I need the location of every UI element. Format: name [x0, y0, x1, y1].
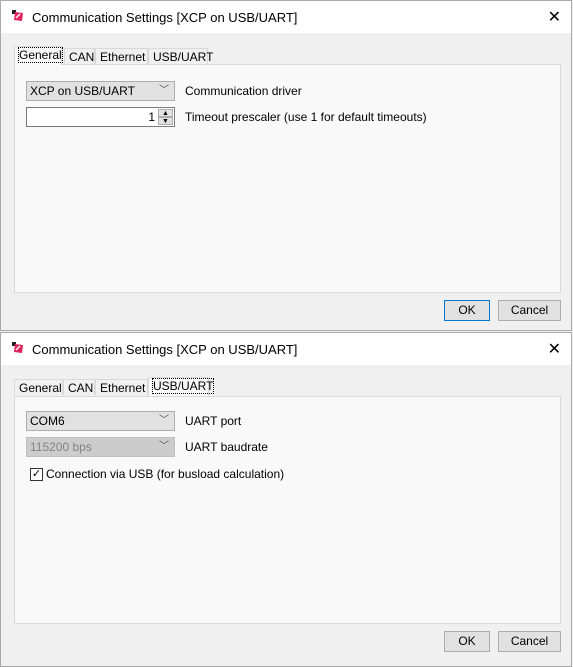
tab-label: Ethernet — [100, 50, 146, 64]
tab-label: CAN — [69, 50, 95, 64]
ok-button[interactable]: OK — [444, 631, 490, 652]
tab-panel-general: XCP on USB/UART ﹀ Communication driver 1 … — [14, 64, 561, 293]
app-logo-icon — [12, 342, 23, 353]
tab-usb-uart[interactable]: USB/UART — [148, 377, 215, 396]
tab-usb-uart[interactable]: USB/UART — [148, 48, 213, 64]
dialog-title: Communication Settings [XCP on USB/UART] — [32, 342, 298, 357]
tab-can[interactable]: CAN — [63, 379, 95, 395]
dropdown-value: 115200 bps — [30, 440, 92, 454]
connection-via-usb-label[interactable]: Connection via USB (for busload calculat… — [46, 467, 284, 481]
dropdown-value: COM6 — [30, 414, 65, 428]
chevron-down-icon: ﹀ — [159, 415, 169, 426]
app-logo-icon — [12, 10, 23, 21]
chevron-down-icon: ﹀ — [159, 85, 169, 96]
uart-port-label: UART port — [185, 414, 242, 428]
dialog-usb-uart: Communication Settings [XCP on USB/UART]… — [0, 332, 572, 667]
tab-label: USB/UART — [153, 50, 214, 64]
uart-port-dropdown[interactable]: COM6 ﹀ — [26, 411, 175, 431]
communication-driver-label: Communication driver — [185, 84, 302, 98]
connection-via-usb-checkbox[interactable]: ✓ — [30, 468, 43, 481]
dialog-title: Communication Settings [XCP on USB/UART] — [32, 10, 298, 25]
tab-label: USB/UART — [151, 378, 215, 394]
chevron-down-icon: ﹀ — [159, 441, 169, 452]
cancel-button[interactable]: Cancel — [498, 300, 561, 321]
stepper-value[interactable]: 1 — [148, 110, 155, 124]
close-icon[interactable]: ✕ — [548, 7, 561, 27]
tab-general[interactable]: General — [14, 379, 63, 395]
arrow-up-icon[interactable]: ▲ — [158, 109, 173, 117]
tab-general[interactable]: General — [14, 46, 63, 65]
tab-label: Ethernet — [100, 381, 146, 395]
tab-panel-usb-uart: COM6 ﹀ UART port 115200 bps ﹀ UART baudrat… — [14, 396, 561, 624]
tab-label: CAN — [68, 381, 94, 395]
dropdown-value: XCP on USB/UART — [30, 84, 135, 98]
dialog-general: Communication Settings [XCP on USB/UART]… — [0, 0, 572, 331]
arrow-down-icon[interactable]: ▼ — [158, 117, 173, 125]
cancel-button[interactable]: Cancel — [498, 631, 561, 652]
close-icon[interactable]: ✕ — [548, 339, 561, 359]
ok-button[interactable]: OK — [444, 300, 490, 321]
timeout-prescaler-label: Timeout prescaler (use 1 for default tim… — [185, 110, 427, 124]
tab-ethernet[interactable]: Ethernet — [95, 48, 148, 64]
uart-baudrate-dropdown: 115200 bps ﹀ — [26, 437, 175, 457]
uart-baudrate-label: UART baudrate — [185, 440, 268, 454]
title-bar: Communication Settings [XCP on USB/UART]… — [1, 1, 571, 33]
tab-ethernet[interactable]: Ethernet — [95, 379, 148, 395]
title-bar: Communication Settings [XCP on USB/UART]… — [1, 333, 571, 365]
timeout-prescaler-stepper[interactable]: 1 ▲ ▼ — [26, 107, 175, 127]
communication-driver-dropdown[interactable]: XCP on USB/UART ﹀ — [26, 81, 175, 101]
tab-label: General — [18, 47, 63, 63]
tab-label: General — [19, 381, 62, 395]
tab-can[interactable]: CAN — [64, 48, 95, 64]
